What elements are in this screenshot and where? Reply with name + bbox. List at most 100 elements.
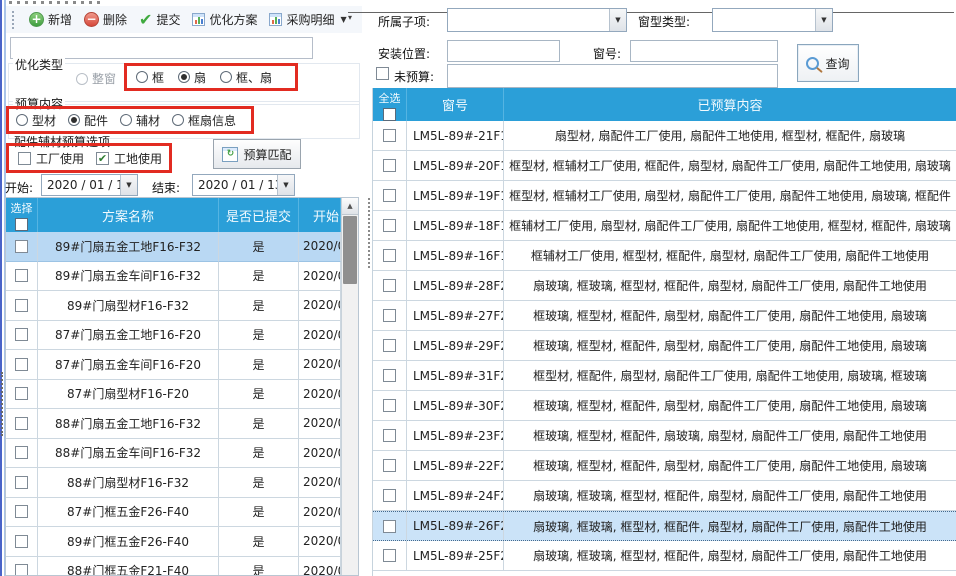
start-date-dropdown-arrow[interactable]: ▼ [120, 175, 137, 195]
row-select-cell[interactable] [373, 481, 407, 511]
row-checkbox[interactable] [383, 129, 396, 142]
row-checkbox[interactable] [15, 417, 28, 430]
row-checkbox[interactable] [383, 520, 396, 533]
plan-name-column-header[interactable]: 方案名称 [38, 198, 219, 232]
row-checkbox[interactable] [15, 476, 28, 489]
radio-辅材[interactable]: 辅材 [120, 112, 160, 129]
unbudgeted-input[interactable] [447, 64, 778, 88]
row-checkbox[interactable] [383, 249, 396, 262]
row-checkbox[interactable] [383, 219, 396, 232]
end-date-dropdown-arrow[interactable]: ▼ [277, 175, 294, 195]
radio-型材[interactable]: 型材 [16, 112, 56, 129]
table-row[interactable]: 89#门框五金F26-F40是2020/0 [6, 527, 358, 557]
row-checkbox[interactable] [15, 299, 28, 312]
plan-table-scrollbar[interactable]: ▲ [341, 198, 358, 575]
table-row[interactable]: 88#门扇五金工地F16-F32是2020/0 [6, 409, 358, 439]
row-checkbox[interactable] [15, 446, 28, 459]
row-select-cell[interactable] [6, 527, 38, 557]
toolbar-button-purchase-detail[interactable]: 采购明细▼ [263, 9, 352, 30]
table-row[interactable]: 87#门扇型材F16-F20是2020/0 [6, 380, 358, 410]
row-select-cell[interactable] [6, 557, 38, 576]
scroll-up-arrow[interactable]: ▲ [342, 198, 358, 215]
row-select-cell[interactable] [373, 211, 407, 241]
row-select-cell[interactable] [6, 380, 38, 410]
window-type-dropdown[interactable]: ▼ [712, 8, 833, 32]
row-checkbox[interactable] [383, 309, 396, 322]
end-date-picker[interactable]: 2020 / 01 / 13 ▼ [192, 174, 295, 196]
radio-配件[interactable]: 配件 [68, 112, 108, 129]
table-row[interactable]: 89#门扇五金工地F16-F32是2020/0 [6, 232, 358, 262]
row-checkbox[interactable] [15, 328, 28, 341]
table-row[interactable]: LM5L-89#-30F28框玻璃, 框型材, 框配件, 扇型材, 扇配件工厂使… [373, 391, 956, 421]
row-select-cell[interactable] [6, 321, 38, 351]
row-select-cell[interactable] [6, 232, 38, 262]
row-checkbox[interactable] [383, 489, 396, 502]
row-checkbox[interactable] [15, 535, 28, 548]
row-checkbox[interactable] [383, 339, 396, 352]
table-row[interactable]: LM5L-89#-29F27框玻璃, 框型材, 框配件, 扇型材, 扇配件工厂使… [373, 331, 956, 361]
table-row[interactable]: LM5L-89#-24F22扇玻璃, 框玻璃, 框型材, 框配件, 扇型材, 扇… [373, 481, 956, 511]
install-pos-input[interactable] [447, 40, 560, 62]
row-select-cell[interactable] [6, 291, 38, 321]
row-select-cell[interactable] [373, 151, 407, 181]
row-checkbox[interactable] [383, 399, 396, 412]
row-select-cell[interactable] [373, 241, 407, 271]
row-select-cell[interactable] [6, 468, 38, 498]
row-select-cell[interactable] [373, 512, 407, 540]
select-all-checkbox-right[interactable] [383, 108, 396, 121]
left-splitter-grip[interactable] [1, 372, 3, 436]
row-checkbox[interactable] [383, 459, 396, 472]
checkbox-工地使用[interactable]: 工地使用 [96, 150, 162, 167]
row-checkbox[interactable] [383, 189, 396, 202]
window-no-column-header[interactable]: 窗号 [407, 88, 504, 121]
table-row[interactable]: 87#门框五金F26-F40是2020/0 [6, 498, 358, 528]
table-row[interactable]: 88#门扇五金车间F16-F32是2020/0 [6, 439, 358, 469]
sub-item-dropdown[interactable]: ▼ [447, 8, 627, 32]
query-button[interactable]: 查询 [797, 44, 859, 82]
row-checkbox[interactable] [383, 369, 396, 382]
radio-框、扇[interactable]: 框、扇 [220, 69, 272, 86]
row-checkbox[interactable] [15, 505, 28, 518]
start-date-picker[interactable]: 2020 / 01 / 1 ▼ [41, 174, 138, 196]
unbudgeted-checkbox[interactable] [376, 67, 389, 80]
row-checkbox[interactable] [383, 279, 396, 292]
row-select-cell[interactable] [373, 121, 407, 151]
checkbox-工厂使用[interactable]: 工厂使用 [18, 150, 84, 167]
row-checkbox[interactable] [383, 549, 396, 562]
budget-match-button[interactable]: ↻ 预算匹配 [213, 139, 301, 169]
table-row[interactable]: LM5L-89#-26F24扇玻璃, 框玻璃, 框型材, 框配件, 扇型材, 扇… [373, 511, 956, 541]
select-all-checkbox[interactable] [15, 218, 28, 231]
budgeted-content-column-header[interactable]: 已预算内容 [504, 88, 956, 121]
table-row[interactable]: LM5L-89#-25F23扇玻璃, 框玻璃, 框型材, 框配件, 扇型材, 扇… [373, 541, 956, 571]
sub-item-dropdown-arrow[interactable]: ▼ [609, 9, 626, 31]
scrollbar-thumb[interactable] [343, 216, 357, 284]
toolbar-button-delete[interactable]: −删除 [78, 9, 133, 30]
table-row[interactable]: 88#门扇型材F16-F32是2020/0 [6, 468, 358, 498]
table-row[interactable]: LM5L-89#-23F21框玻璃, 框型材, 框配件, 扇玻璃, 扇型材, 扇… [373, 421, 956, 451]
table-row[interactable]: LM5L-89#-19F17框型材, 框辅材工厂使用, 扇型材, 扇配件工厂使用… [373, 181, 956, 211]
radio-扇[interactable]: 扇 [178, 69, 206, 86]
submitted-column-header[interactable]: 是否已提交 [219, 198, 299, 232]
toolbar-button-optimize-plan[interactable]: 优化方案 [186, 9, 263, 30]
row-checkbox[interactable] [15, 564, 28, 576]
row-select-cell[interactable] [373, 331, 407, 361]
table-row[interactable]: 87#门扇五金工地F16-F20是2020/0 [6, 321, 358, 351]
radio-框[interactable]: 框 [136, 69, 164, 86]
window-no-input[interactable] [630, 40, 778, 62]
row-checkbox[interactable] [15, 269, 28, 282]
table-row[interactable]: LM5L-89#-20F18框型材, 框辅材工厂使用, 框配件, 扇型材, 扇配… [373, 151, 956, 181]
table-row[interactable]: 88#门框五金F21-F40是2020/0 [6, 557, 358, 576]
table-row[interactable]: LM5L-89#-16F15框辅材工厂使用, 框型材, 框配件, 扇型材, 扇配… [373, 241, 956, 271]
row-select-cell[interactable] [6, 262, 38, 292]
row-select-cell[interactable] [6, 409, 38, 439]
row-select-cell[interactable] [373, 181, 407, 211]
panel-splitter-grip[interactable] [368, 198, 370, 268]
toolbar-button-add[interactable]: +新增 [23, 9, 78, 30]
row-select-cell[interactable] [6, 350, 38, 380]
toolbar-button-submit[interactable]: ✔提交 [133, 8, 186, 31]
row-select-cell[interactable] [373, 391, 407, 421]
table-row[interactable]: LM5L-89#-22F20框玻璃, 框型材, 框配件, 扇型材, 扇配件工厂使… [373, 451, 956, 481]
row-select-cell[interactable] [373, 301, 407, 331]
row-select-cell[interactable] [373, 451, 407, 481]
row-select-cell[interactable] [373, 421, 407, 451]
